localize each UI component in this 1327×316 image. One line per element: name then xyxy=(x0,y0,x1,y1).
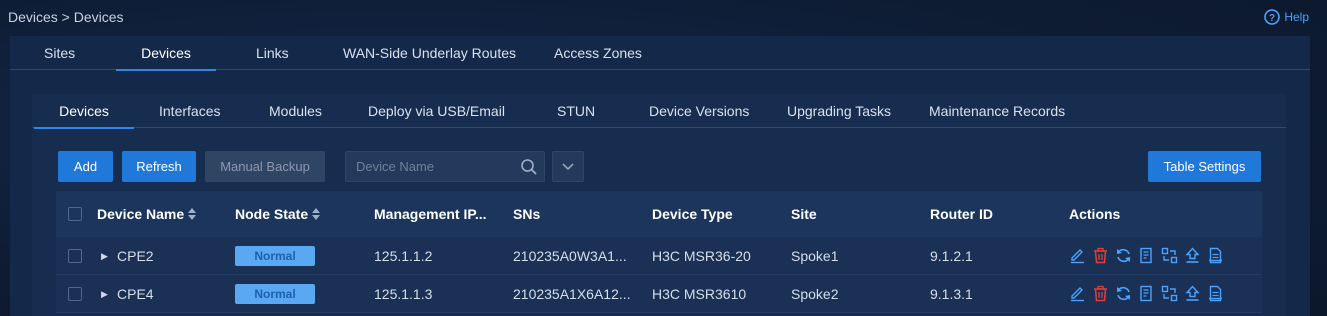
expand-row-icon[interactable]: ▶ xyxy=(101,237,108,275)
primary-tabs: Sites Devices Links WAN-Side Underlay Ro… xyxy=(10,36,1310,71)
secondary-tabs: Devices Interfaces Modules Deploy via US… xyxy=(32,94,1286,129)
tab-wan-side-underlay-routes[interactable]: WAN-Side Underlay Routes xyxy=(343,36,516,70)
status-badge: Normal xyxy=(235,246,315,266)
status-badge: Normal xyxy=(235,284,315,304)
svg-text:?: ? xyxy=(1269,13,1275,24)
help-label: Help xyxy=(1284,10,1309,24)
config-file-icon[interactable] xyxy=(1138,247,1156,265)
add-button[interactable]: Add xyxy=(58,151,113,182)
management-ip-cell: 125.1.1.3 xyxy=(374,286,433,302)
col-management-ip: Management IP... xyxy=(374,206,487,222)
col-router-id: Router ID xyxy=(930,206,993,222)
manual-backup-button[interactable]: Manual Backup xyxy=(205,151,325,182)
device-name-search xyxy=(345,151,545,182)
row-actions xyxy=(1069,247,1225,265)
col-device-type: Device Type xyxy=(652,206,733,222)
sync-icon[interactable] xyxy=(1115,285,1133,303)
select-all-checkbox[interactable] xyxy=(68,207,82,221)
device-name-cell: CPE4 xyxy=(117,286,154,302)
col-device-name[interactable]: Device Name xyxy=(97,191,197,237)
tab-links[interactable]: Links xyxy=(256,36,289,70)
sn-cell: 210235A0W3A1... xyxy=(513,248,627,264)
subtab-device-versions[interactable]: Device Versions xyxy=(649,94,749,128)
log-file-icon[interactable] xyxy=(1207,285,1225,303)
device-name-cell: CPE2 xyxy=(117,248,154,264)
search-input[interactable] xyxy=(346,152,506,181)
replace-device-icon[interactable] xyxy=(1161,285,1179,303)
sort-icon xyxy=(188,208,197,221)
col-node-state-label: Node State xyxy=(235,206,309,222)
row-checkbox[interactable] xyxy=(68,287,82,301)
search-filter-dropdown[interactable] xyxy=(552,151,584,182)
device-type-cell: H3C MSR36-20 xyxy=(652,248,751,264)
tab-devices[interactable]: Devices xyxy=(116,36,216,71)
delete-icon[interactable] xyxy=(1092,247,1110,265)
replace-device-icon[interactable] xyxy=(1161,247,1179,265)
device-type-cell: H3C MSR3610 xyxy=(652,286,747,302)
col-actions: Actions xyxy=(1069,206,1121,222)
help-link[interactable]: ? Help xyxy=(1264,9,1309,25)
col-device-name-label: Device Name xyxy=(97,206,185,222)
edit-icon[interactable] xyxy=(1069,247,1087,265)
devices-table: Device Name Node State Management IP... … xyxy=(56,191,1262,313)
help-icon: ? xyxy=(1264,9,1281,25)
site-cell: Spoke2 xyxy=(791,286,839,302)
subtab-upgrading-tasks[interactable]: Upgrading Tasks xyxy=(787,94,891,128)
sn-cell: 210235A1X6A12... xyxy=(513,286,631,302)
subtab-deploy-usb-email[interactable]: Deploy via USB/Email xyxy=(368,94,505,128)
sync-icon[interactable] xyxy=(1115,247,1133,265)
management-ip-cell: 125.1.1.2 xyxy=(374,248,433,264)
col-node-state[interactable]: Node State xyxy=(235,191,321,237)
refresh-button[interactable]: Refresh xyxy=(122,151,196,182)
router-id-cell: 9.1.3.1 xyxy=(930,286,973,302)
devices-content: Devices Interfaces Modules Deploy via US… xyxy=(32,94,1286,316)
breadcrumb: Devices > Devices xyxy=(8,9,124,25)
subtab-interfaces[interactable]: Interfaces xyxy=(159,94,220,128)
col-sns: SNs xyxy=(513,206,541,222)
edit-icon[interactable] xyxy=(1069,285,1087,303)
site-cell: Spoke1 xyxy=(791,248,839,264)
search-icon[interactable] xyxy=(520,158,538,176)
table-row: ▶ CPE2 Normal 125.1.1.2 210235A0W3A1... … xyxy=(56,237,1262,275)
upload-icon[interactable] xyxy=(1184,285,1202,303)
tab-access-zones[interactable]: Access Zones xyxy=(554,36,642,70)
tab-sites[interactable]: Sites xyxy=(44,36,75,70)
row-checkbox[interactable] xyxy=(68,249,82,263)
table-settings-button[interactable]: Table Settings xyxy=(1148,151,1261,182)
config-file-icon[interactable] xyxy=(1138,285,1156,303)
main-panel: Sites Devices Links WAN-Side Underlay Ro… xyxy=(10,36,1310,316)
subtab-maintenance-records[interactable]: Maintenance Records xyxy=(929,94,1065,128)
subtab-devices[interactable]: Devices xyxy=(34,94,134,129)
top-bar: Devices > Devices ? Help xyxy=(0,0,1327,34)
col-site: Site xyxy=(791,206,817,222)
delete-icon[interactable] xyxy=(1092,285,1110,303)
router-id-cell: 9.1.2.1 xyxy=(930,248,973,264)
chevron-down-icon xyxy=(562,162,574,170)
expand-row-icon[interactable]: ▶ xyxy=(101,275,108,313)
subtab-stun[interactable]: STUN xyxy=(557,94,595,128)
log-file-icon[interactable] xyxy=(1207,247,1225,265)
subtab-modules[interactable]: Modules xyxy=(269,94,322,128)
table-header: Device Name Node State Management IP... … xyxy=(56,191,1262,237)
row-actions xyxy=(1069,285,1225,303)
upload-icon[interactable] xyxy=(1184,247,1202,265)
table-row: ▶ CPE4 Normal 125.1.1.3 210235A1X6A12...… xyxy=(56,275,1262,313)
sort-icon xyxy=(312,208,321,221)
